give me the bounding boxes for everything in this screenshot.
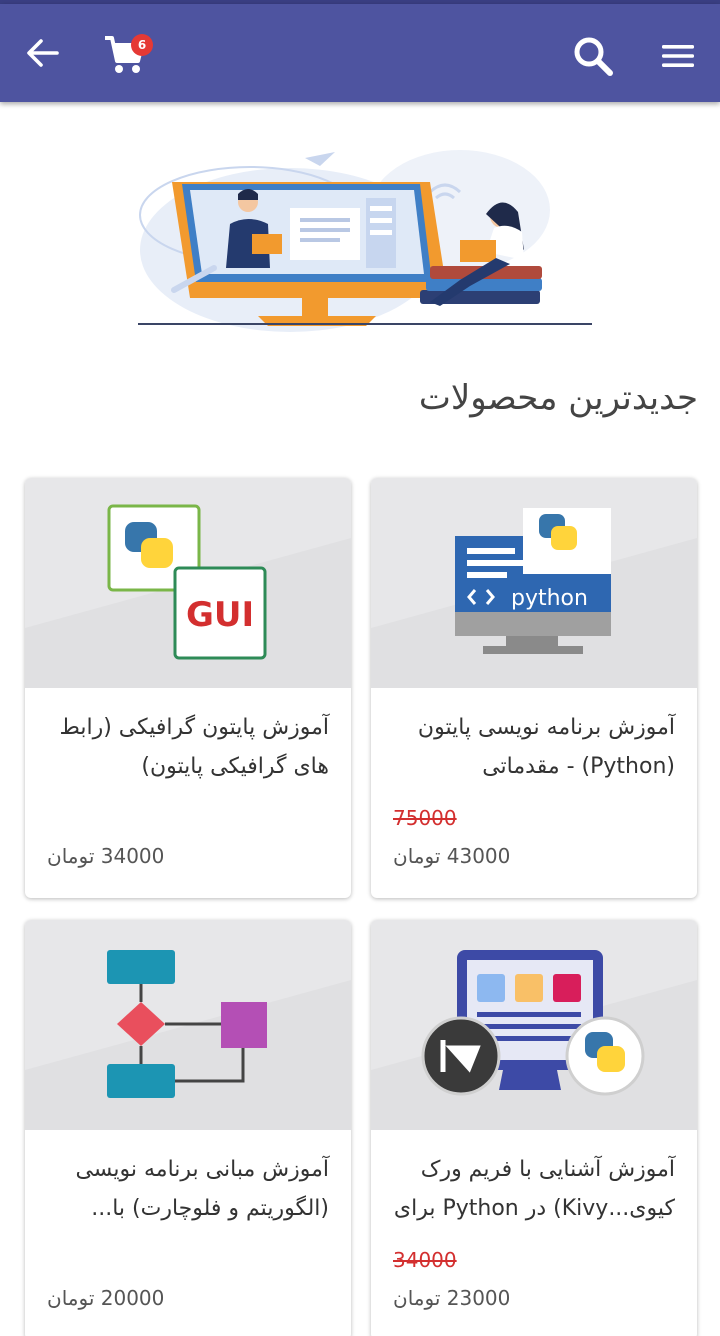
back-button[interactable] [18, 31, 66, 75]
hamburger-menu-icon [662, 45, 694, 67]
product-card[interactable]: آموزش مبانی برنامه نویسی (الگوریتم و فلو… [25, 920, 351, 1336]
product-title: آموزش برنامه نویسی پایتون (Python) - مقد… [417, 715, 675, 779]
app-bar: 6 [0, 4, 720, 102]
svg-text:python: python [511, 586, 588, 611]
gui-text: GUI [186, 595, 254, 635]
product-thumbnail: python [371, 478, 697, 688]
cart-button[interactable]: 6 [100, 28, 156, 78]
product-thumbnail [371, 920, 697, 1130]
python-monitor-thumbnail: python [371, 508, 697, 688]
old-price: 34000 [393, 1248, 457, 1272]
old-price: 75000 [393, 806, 457, 830]
price: 23000 تومان [393, 1286, 511, 1310]
python-gui-thumbnail: GUI [25, 504, 351, 688]
price: 43000 تومان [393, 844, 511, 868]
product-title: آموزش پایتون گرافیکی (رابط های گرافیکی پ… [59, 715, 329, 779]
section-title: جدیدترین محصولات [418, 378, 698, 418]
menu-button[interactable] [652, 32, 704, 80]
product-thumbnail [25, 920, 351, 1130]
product-card[interactable]: python آموزش برنامه نویسی پایتون (Python… [371, 478, 697, 898]
product-title: آموزش مبانی برنامه نویسی (الگوریتم و فلو… [75, 1157, 329, 1221]
price: 34000 تومان [47, 844, 165, 868]
search-icon [574, 37, 613, 76]
hero-illustration [130, 140, 600, 332]
product-title: آموزش آشنایی با فریم ورک کیوی...Kivy) در… [393, 1157, 675, 1221]
product-card[interactable]: آموزش آشنایی با فریم ورک کیوی...Kivy) در… [371, 920, 697, 1336]
online-learning-illustration [138, 150, 592, 332]
arrow-back-icon [27, 39, 59, 67]
product-card[interactable]: GUI آموزش پایتون گرافیکی (رابط های گرافی… [25, 478, 351, 898]
flowchart-thumbnail [25, 950, 351, 1130]
product-thumbnail: GUI [25, 478, 351, 688]
kivy-python-thumbnail [371, 950, 697, 1130]
search-button[interactable] [566, 30, 620, 82]
price: 20000 تومان [47, 1286, 165, 1310]
cart-count-badge: 6 [131, 34, 153, 56]
